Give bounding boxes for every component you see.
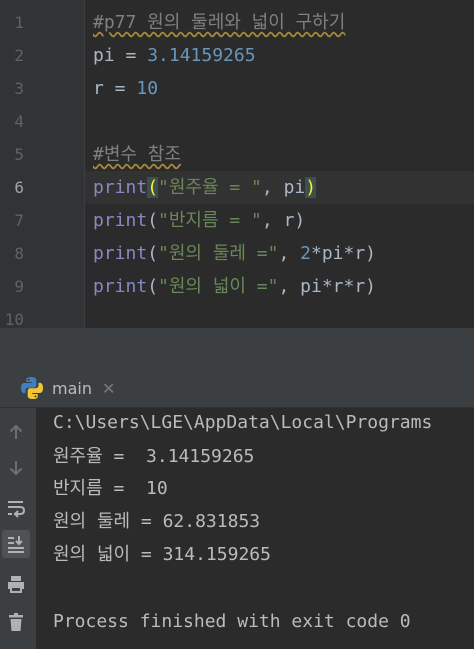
paren: ( — [147, 210, 159, 231]
close-icon[interactable]: ✕ — [102, 379, 115, 398]
run-toolbar — [0, 408, 36, 649]
code-line-1[interactable]: 1 #p77 원의 둘레와 넓이 구하기 — [0, 6, 474, 39]
console-line: 원의 둘레 = 62.831853 — [53, 511, 261, 532]
console-line: 원주율 = 3.14159265 — [53, 446, 255, 467]
print-icon[interactable] — [2, 570, 30, 598]
console-line-exit-status: Process finished with exit code 0 — [53, 611, 411, 632]
builtin-function: print — [93, 276, 148, 297]
line-number: 10 — [4, 310, 24, 328]
string-literal: "반지름 = " — [158, 210, 262, 231]
code-line-4[interactable]: 4 — [0, 105, 474, 138]
operator: = — [103, 78, 137, 99]
line-number: 7 — [14, 211, 24, 230]
arguments: , r) — [261, 210, 306, 231]
string-literal: "원의 넓이 =" — [158, 276, 279, 297]
operator: = — [114, 45, 148, 66]
paren: ( — [147, 276, 159, 297]
line-number: 5 — [14, 145, 24, 164]
line-number: 4 — [14, 112, 24, 131]
soft-wrap-icon[interactable] — [2, 494, 30, 522]
run-tab-main[interactable]: main ✕ — [18, 372, 115, 404]
console-output[interactable]: C:\Users\LGE\AppData\Local\Programs 원주율 … — [36, 408, 474, 649]
up-arrow-icon[interactable] — [2, 418, 30, 446]
console-line: 반지름 = 10 — [53, 478, 168, 499]
code-line-3[interactable]: 3 r = 10 — [0, 72, 474, 105]
python-icon — [21, 377, 43, 399]
number-literal: 2 — [300, 243, 311, 264]
line-number: 6 — [14, 178, 24, 197]
run-tab-label: main — [52, 378, 92, 398]
comment: #변수 참조 — [93, 144, 181, 165]
variable: r — [93, 78, 104, 99]
number-literal: 10 — [136, 78, 159, 99]
variable: pi — [93, 45, 115, 66]
builtin-function: print — [93, 210, 148, 231]
line-number: 9 — [14, 277, 24, 296]
code-line-8[interactable]: 8 print("원의 둘레 =", 2*pi*r) — [0, 237, 474, 270]
trash-icon[interactable] — [2, 608, 30, 636]
line-number: 8 — [14, 244, 24, 263]
code-line-7[interactable]: 7 print("반지름 = ", r) — [0, 204, 474, 237]
string-literal: "원주율 = " — [158, 177, 262, 198]
matched-paren: ) — [305, 177, 317, 198]
separator: , — [278, 243, 301, 264]
line-number: 1 — [14, 13, 24, 32]
arguments: , pi*r*r) — [278, 276, 377, 297]
down-arrow-icon[interactable] — [2, 454, 30, 482]
code-editor[interactable]: 1 #p77 원의 둘레와 넓이 구하기 2 pi = 3.14159265 3… — [0, 0, 474, 328]
scroll-to-end-icon[interactable] — [2, 530, 30, 558]
code-line-10[interactable]: 10 — [0, 303, 474, 328]
run-panel-header: main ✕ — [0, 367, 474, 408]
console-line: 원의 넓이 = 314.159265 — [53, 544, 271, 565]
panel-divider[interactable] — [0, 328, 474, 367]
arguments: , pi — [261, 177, 306, 198]
line-number: 2 — [14, 46, 24, 65]
number-literal: 3.14159265 — [147, 45, 256, 66]
comment: #p77 원의 둘레와 넓이 구하기 — [93, 12, 346, 33]
console-line-command: C:\Users\LGE\AppData\Local\Programs — [53, 412, 433, 433]
builtin-function: print — [93, 243, 148, 264]
code-line-2[interactable]: 2 pi = 3.14159265 — [0, 39, 474, 72]
paren: ( — [147, 243, 159, 264]
code-line-9[interactable]: 9 print("원의 넓이 =", pi*r*r) — [0, 270, 474, 303]
builtin-function: print — [93, 177, 148, 198]
arguments: *pi*r) — [311, 243, 377, 264]
string-literal: "원의 둘레 =" — [158, 243, 279, 264]
code-line-5[interactable]: 5 #변수 참조 — [0, 138, 474, 171]
line-number: 3 — [14, 79, 24, 98]
matched-paren: ( — [147, 177, 159, 198]
code-line-6[interactable]: 6 print("원주율 = ", pi) — [0, 171, 474, 204]
